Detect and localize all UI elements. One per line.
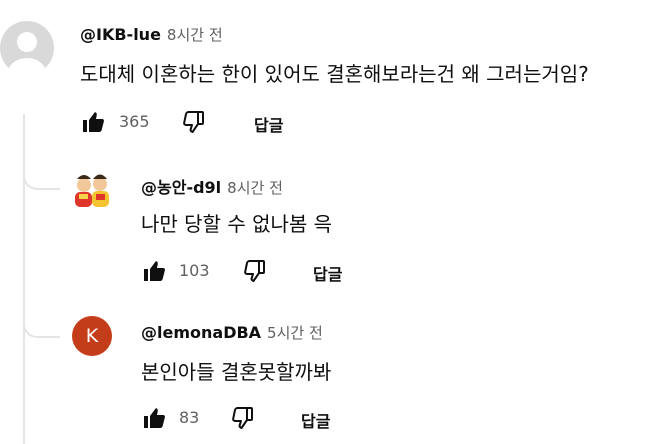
thumbs-up-icon bbox=[83, 112, 104, 132]
dislike-button[interactable] bbox=[241, 258, 267, 284]
reply-button[interactable]: 답글 bbox=[254, 112, 283, 136]
like-count: 103 bbox=[179, 261, 210, 280]
comment-text: 나만 당할 수 없나봄 윽 bbox=[141, 212, 333, 236]
comment-author[interactable]: @lemonaDBA bbox=[141, 323, 261, 342]
comment-author[interactable]: @IKB-lue bbox=[80, 25, 161, 44]
avatar[interactable] bbox=[70, 168, 114, 212]
character-pair-avatar bbox=[75, 174, 109, 207]
reply-button[interactable]: 답글 bbox=[313, 261, 342, 285]
like-button[interactable] bbox=[141, 258, 167, 284]
thumbs-down-icon bbox=[183, 111, 204, 133]
avatar[interactable]: K bbox=[72, 316, 112, 356]
comment-author[interactable]: @농안-d9l bbox=[141, 174, 221, 198]
comment-time[interactable]: 8시간 전 bbox=[167, 24, 223, 45]
comment-time[interactable]: 5시간 전 bbox=[267, 322, 323, 343]
comment-text: 본인아들 결혼못할까봐 bbox=[141, 360, 332, 384]
like-count: 365 bbox=[119, 112, 150, 131]
comment-time[interactable]: 8시간 전 bbox=[227, 177, 283, 198]
like-button[interactable] bbox=[141, 405, 167, 431]
like-count: 83 bbox=[179, 408, 200, 427]
thumbs-down-icon bbox=[244, 260, 265, 282]
dislike-button[interactable] bbox=[180, 109, 206, 135]
dislike-button[interactable] bbox=[229, 405, 255, 431]
avatar[interactable] bbox=[0, 21, 54, 75]
reply-branch-line bbox=[23, 308, 60, 338]
thumbs-up-icon bbox=[144, 408, 165, 428]
avatar-letter: K bbox=[85, 325, 99, 347]
like-button[interactable] bbox=[80, 109, 106, 135]
comment-header: @농안-d9l 8시간 전 bbox=[141, 174, 283, 198]
comment-header: @IKB-lue 8시간 전 bbox=[80, 24, 223, 45]
thumbs-up-icon bbox=[144, 261, 165, 281]
default-person-icon bbox=[8, 32, 46, 75]
comment-text: 도대체 이혼하는 한이 있어도 결혼해보라는건 왜 그러는거임? bbox=[80, 62, 589, 86]
reply-branch-line bbox=[23, 160, 60, 190]
thumbs-down-icon bbox=[232, 407, 253, 429]
comment-header: @lemonaDBA 5시간 전 bbox=[141, 322, 323, 343]
reply-button[interactable]: 답글 bbox=[301, 408, 330, 432]
